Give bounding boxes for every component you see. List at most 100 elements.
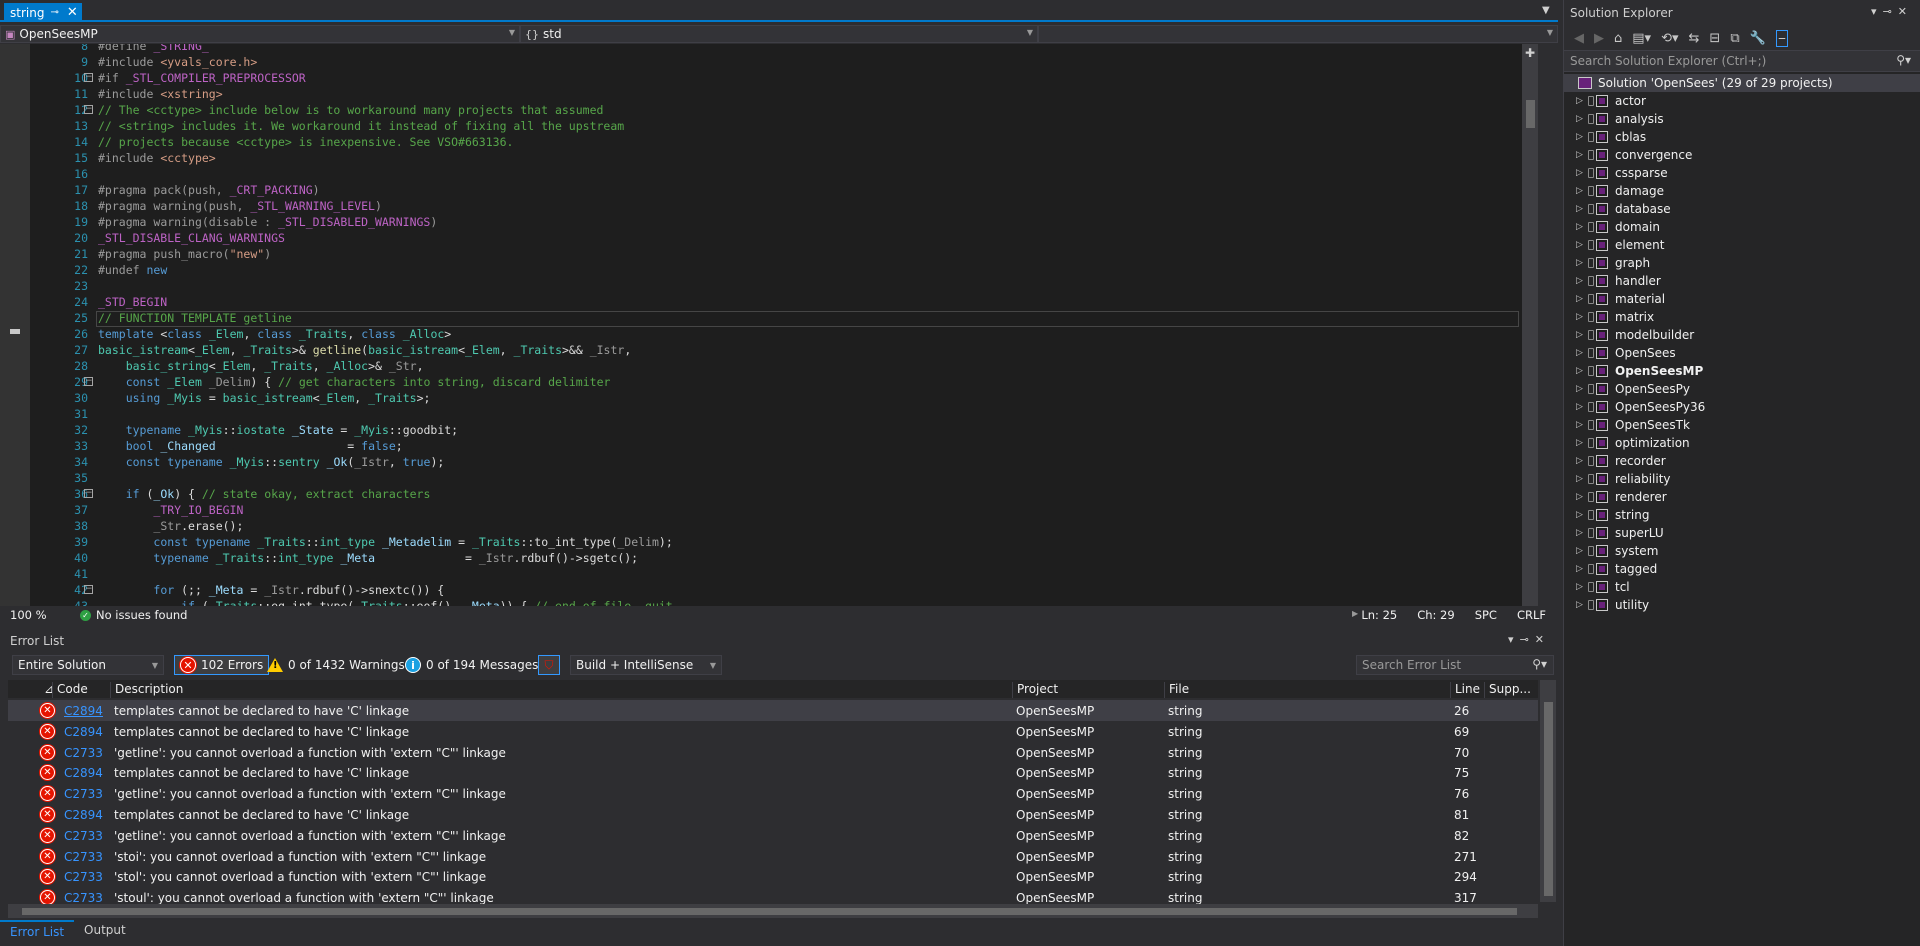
search-icon[interactable]: ⚲▾ — [1896, 53, 1911, 67]
code-line[interactable]: #include <cctype> — [98, 150, 216, 166]
code-line[interactable]: typename _Traits::int_type _Meta = _Istr… — [98, 550, 638, 566]
column-header-description[interactable]: Description — [110, 682, 183, 698]
collapse-icon[interactable]: − — [84, 377, 93, 386]
code-editor[interactable]: 8 9 10 11 12 13 14 15 16 17 18 19 20 21 22 23 24 25 26 27 28… — [0, 44, 1558, 606]
sync-icon[interactable]: ⇆ — [1689, 31, 1700, 46]
expand-arrow-icon[interactable]: ▷ — [1576, 470, 1583, 488]
line-ending-indicator[interactable]: CRLF — [1517, 608, 1546, 622]
glyph-margin[interactable] — [0, 44, 30, 606]
code-line[interactable]: #pragma push_macro("new") — [98, 246, 271, 262]
code-line[interactable]: #pragma pack(push, _CRT_PACKING) — [98, 182, 320, 198]
home-icon[interactable]: ⌂ — [1614, 31, 1622, 46]
error-code[interactable]: C2894 — [64, 766, 103, 780]
close-icon[interactable]: ✕ — [1535, 633, 1550, 646]
project-node[interactable]: ▷ OpenSeesPy — [1564, 380, 1920, 398]
project-node[interactable]: ▷ cblas — [1564, 128, 1920, 146]
switch-views-icon[interactable]: ▤▾ — [1632, 31, 1651, 46]
collapse-icon[interactable]: − — [84, 105, 93, 114]
project-node[interactable]: ▷ optimization — [1564, 434, 1920, 452]
expand-arrow-icon[interactable]: ▷ — [1576, 164, 1583, 182]
project-node[interactable]: ▷ actor — [1564, 92, 1920, 110]
close-icon[interactable]: ✕ — [67, 5, 78, 20]
horizontal-scroll-arrow-icon[interactable]: ▶ — [1352, 609, 1358, 618]
error-code[interactable]: C2894 — [64, 704, 103, 718]
code-line[interactable]: // The <cctype> include below is to work… — [98, 102, 603, 118]
close-icon[interactable]: ✕ — [1898, 5, 1913, 18]
expand-arrow-icon[interactable]: ▷ — [1576, 524, 1583, 542]
expand-arrow-icon[interactable]: ▷ — [1576, 326, 1583, 344]
code-line[interactable]: if (_Traits::eq_int_type(_Traits::eof(),… — [98, 598, 673, 606]
expand-arrow-icon[interactable]: ▷ — [1576, 200, 1583, 218]
project-node[interactable]: ▷ cssparse — [1564, 164, 1920, 182]
error-list-horizontal-scrollbar[interactable] — [8, 904, 1538, 918]
document-tab[interactable]: string ⊸ ✕ — [4, 3, 82, 22]
project-node[interactable]: ▷ damage — [1564, 182, 1920, 200]
scrollbar-thumb[interactable] — [1526, 100, 1535, 128]
whitespace-indicator[interactable]: SPC — [1475, 608, 1497, 622]
code-line[interactable]: _TRY_IO_BEGIN — [98, 502, 243, 518]
tab-list-dropdown-icon[interactable]: ▼ — [1542, 5, 1554, 17]
error-row[interactable]: ✕ C2733 'getline': you cannot overload a f… — [8, 742, 1538, 763]
expand-arrow-icon[interactable]: ▷ — [1576, 290, 1583, 308]
error-code[interactable]: C2733 — [64, 850, 103, 864]
build-filter-dropdown[interactable]: Build + IntelliSense ▼ — [570, 655, 722, 675]
zoom-level[interactable]: 100 % — [10, 608, 80, 622]
errors-toggle-button[interactable]: ✕ 102 Errors — [174, 655, 270, 675]
code-line[interactable]: template <class _Elem, class _Traits, cl… — [98, 326, 451, 342]
error-row[interactable]: ✕ C2733 'getline': you cannot overload a f… — [8, 825, 1538, 846]
project-node[interactable]: ▷ domain — [1564, 218, 1920, 236]
code-line[interactable]: _STD_BEGIN — [98, 294, 167, 310]
pin-icon[interactable]: ⊸ — [1520, 633, 1535, 646]
expand-arrow-icon[interactable]: ▷ — [1576, 110, 1583, 128]
collapse-all-icon[interactable]: ⊟ — [1709, 31, 1720, 46]
code-line[interactable]: // <string> includes it. We workaround i… — [98, 118, 624, 134]
error-row[interactable]: ✕ C2733 'stoi': you cannot overload a func… — [8, 846, 1538, 867]
code-line[interactable]: const _Elem _Delim) { // get characters … — [98, 374, 611, 390]
error-code[interactable]: C2894 — [64, 808, 103, 822]
code-line[interactable]: const typename _Traits::int_type _Metade… — [98, 534, 672, 550]
error-list-search-input[interactable]: Search Error List ⚲▾ — [1356, 655, 1554, 675]
scrollbar-thumb[interactable] — [22, 908, 1517, 915]
code-line[interactable]: bool _Changed = false; — [98, 438, 403, 454]
expand-arrow-icon[interactable]: ▷ — [1576, 560, 1583, 578]
preview-selected-items-icon[interactable]: ⎯ — [1775, 29, 1789, 47]
project-node[interactable]: ▷ handler — [1564, 272, 1920, 290]
scope-filter-dropdown[interactable]: Entire Solution ▼ — [12, 655, 164, 675]
editor-vertical-scrollbar[interactable] — [1522, 44, 1538, 606]
code-line[interactable]: #define _STRING_ — [98, 44, 209, 54]
code-line[interactable]: const typename _Myis::sentry _Ok(_Istr, … — [98, 454, 445, 470]
project-node[interactable]: ▷ recorder — [1564, 452, 1920, 470]
error-row[interactable]: ✕ C2894 templates cannot be declared to ha… — [8, 700, 1538, 721]
filter-icon[interactable]: ⛉ — [538, 655, 560, 675]
expand-arrow-icon[interactable]: ▷ — [1576, 236, 1583, 254]
project-node[interactable]: ▷ modelbuilder — [1564, 326, 1920, 344]
collapse-icon[interactable]: − — [84, 585, 93, 594]
code-line[interactable]: #pragma warning(push, _STL_WARNING_LEVEL… — [98, 198, 382, 214]
collapse-icon[interactable]: − — [84, 73, 93, 82]
project-node[interactable]: ▷ OpenSees — [1564, 344, 1920, 362]
code-line[interactable]: // FUNCTION TEMPLATE getline — [98, 310, 292, 326]
expand-arrow-icon[interactable]: ▷ — [1576, 506, 1583, 524]
expand-arrow-icon[interactable]: ▷ — [1576, 218, 1583, 236]
error-code[interactable]: C2733 — [64, 829, 103, 843]
code-line[interactable]: if (_Ok) { // state okay, extract charac… — [98, 486, 431, 502]
error-row[interactable]: ✕ C2733 'getline': you cannot overload a f… — [8, 783, 1538, 804]
search-icon[interactable]: ⚲▾ — [1532, 657, 1547, 671]
expand-arrow-icon[interactable]: ▷ — [1576, 146, 1583, 164]
forward-icon[interactable]: ▶ — [1594, 31, 1604, 46]
dropdown-icon[interactable]: ▾ — [1508, 633, 1520, 646]
project-node[interactable]: ▷ tcl — [1564, 578, 1920, 596]
code-line[interactable]: #include <yvals_core.h> — [98, 54, 257, 70]
error-row[interactable]: ✕ C2733 'stol': you cannot overload a func… — [8, 866, 1538, 887]
expand-arrow-icon[interactable]: ▷ — [1576, 596, 1583, 614]
code-line[interactable]: #pragma warning(disable : _STL_DISABLED_… — [98, 214, 437, 230]
project-node[interactable]: ▷ material — [1564, 290, 1920, 308]
expand-arrow-icon[interactable]: ▷ — [1576, 128, 1583, 146]
code-line[interactable]: // projects because <cctype> is inexpens… — [98, 134, 513, 150]
tab-error-list[interactable]: Error List — [0, 920, 75, 942]
project-node[interactable]: ▷ string — [1564, 506, 1920, 524]
expand-arrow-icon[interactable]: ▷ — [1576, 254, 1583, 272]
expand-arrow-icon[interactable]: ▷ — [1576, 344, 1583, 362]
error-code[interactable]: C2733 — [64, 746, 103, 760]
split-window-icon[interactable]: ✚ — [1522, 46, 1538, 60]
